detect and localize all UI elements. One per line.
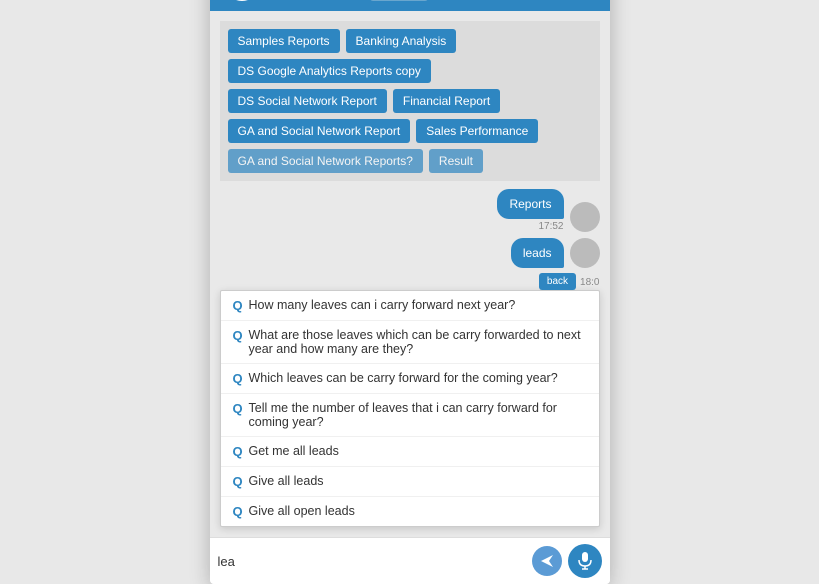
- q-icon-6: Q: [233, 474, 245, 489]
- msg-bubble-1: Reports: [497, 189, 563, 219]
- q-icon-5: Q: [233, 444, 245, 459]
- q-icon-2: Q: [233, 328, 245, 343]
- feedback-back-btn[interactable]: back: [539, 273, 576, 290]
- logo-icon: [224, 0, 260, 1]
- msg-bubble-2: leads: [511, 238, 564, 268]
- autocomplete-item-6[interactable]: Q Give all leads: [221, 467, 599, 497]
- msg-time-1: 17:52: [538, 221, 563, 232]
- chat-window: SiriusBOT Basic User ▼ English ▼ All ▼ ⏻…: [210, 0, 610, 584]
- chat-body: Samples Reports Banking Analysis DS Goog…: [210, 11, 610, 537]
- send-button[interactable]: [532, 546, 562, 576]
- q-icon-3: Q: [233, 371, 245, 386]
- autocomplete-dropdown: Q How many leaves can i carry forward ne…: [220, 290, 600, 527]
- report-btn-financial[interactable]: Financial Report: [393, 89, 500, 113]
- messages-area: Reports 17:52 leads back 18:0: [220, 189, 600, 290]
- feedback-row: back 18:0: [539, 273, 600, 290]
- autocomplete-text-6: Give all leads: [249, 474, 324, 488]
- header-right: Basic User ▼ English ▼ All ▼ ⏻ ✕: [370, 0, 596, 1]
- autocomplete-item-7[interactable]: Q Give all open leads: [221, 497, 599, 526]
- report-btn-ga-copy[interactable]: DS Google Analytics Reports copy: [228, 59, 431, 83]
- message-right-1: Reports 17:52: [497, 189, 563, 232]
- report-btn-samples[interactable]: Samples Reports: [228, 29, 340, 53]
- chat-input[interactable]: [218, 554, 526, 569]
- autocomplete-item-2[interactable]: Q What are those leaves which can be car…: [221, 321, 599, 364]
- q-icon-7: Q: [233, 504, 245, 519]
- message-right-2: leads: [511, 238, 564, 268]
- q-icon-1: Q: [233, 298, 245, 313]
- autocomplete-text-5: Get me all leads: [249, 444, 339, 458]
- user-dropdown[interactable]: Basic User ▼: [370, 0, 428, 1]
- report-btn-result[interactable]: Result: [429, 149, 483, 173]
- autocomplete-item-4[interactable]: Q Tell me the number of leaves that i ca…: [221, 394, 599, 437]
- message-row-1: Reports 17:52: [220, 189, 600, 232]
- autocomplete-text-1: How many leaves can i carry forward next…: [249, 298, 516, 312]
- report-btn-banking[interactable]: Banking Analysis: [346, 29, 457, 53]
- q-icon-4: Q: [233, 401, 245, 416]
- reports-area: Samples Reports Banking Analysis DS Goog…: [220, 21, 600, 181]
- autocomplete-item-3[interactable]: Q Which leaves can be carry forward for …: [221, 364, 599, 394]
- message-row-2: leads: [511, 238, 600, 268]
- report-btn-sales[interactable]: Sales Performance: [416, 119, 538, 143]
- msg-time-2: 18:0: [580, 277, 599, 288]
- autocomplete-item-1[interactable]: Q How many leaves can i carry forward ne…: [221, 291, 599, 321]
- chat-header: SiriusBOT Basic User ▼ English ▼ All ▼ ⏻…: [210, 0, 610, 11]
- autocomplete-text-7: Give all open leads: [249, 504, 355, 518]
- header-left: SiriusBOT: [224, 0, 370, 1]
- report-btn-ga-social[interactable]: GA and Social Network Report: [228, 119, 411, 143]
- mic-button[interactable]: [568, 544, 602, 578]
- autocomplete-text-2: What are those leaves which can be carry…: [249, 328, 587, 356]
- report-btn-social[interactable]: DS Social Network Report: [228, 89, 387, 113]
- avatar-2: [570, 238, 600, 268]
- autocomplete-item-5[interactable]: Q Get me all leads: [221, 437, 599, 467]
- autocomplete-text-3: Which leaves can be carry forward for th…: [249, 371, 558, 385]
- report-btn-ga-social2[interactable]: GA and Social Network Reports?: [228, 149, 423, 173]
- autocomplete-text-4: Tell me the number of leaves that i can …: [249, 401, 587, 429]
- avatar-1: [570, 202, 600, 232]
- input-area: [210, 537, 610, 584]
